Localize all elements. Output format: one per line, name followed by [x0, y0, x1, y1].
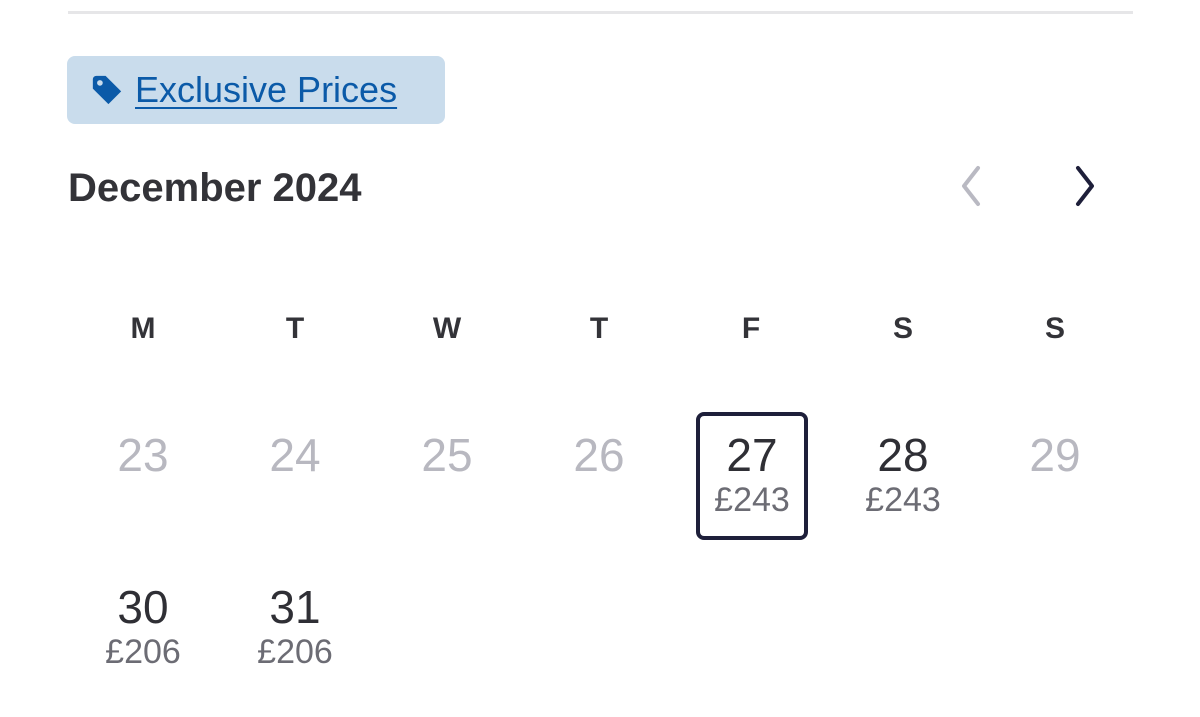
day-number: 27 [726, 429, 778, 481]
weekday-wednesday: W [432, 312, 462, 345]
day-cell-23: 23 [87, 412, 199, 540]
day-price: £206 [105, 633, 181, 671]
weekday-sunday: S [1044, 312, 1065, 345]
day-cell-24: 24 [239, 412, 351, 540]
day-number: 26 [573, 429, 625, 481]
day-price: £206 [257, 633, 333, 671]
day-cell-27-selected[interactable]: 27 £243 [696, 412, 808, 540]
day-cell-26: 26 [543, 412, 655, 540]
day-cell-31[interactable]: 31 £206 [239, 564, 351, 692]
month-title: December 2024 [68, 166, 362, 210]
day-cell-30[interactable]: 30 £206 [87, 564, 199, 692]
day-number: 25 [421, 429, 473, 481]
top-divider [68, 11, 1133, 14]
day-price: £243 [714, 481, 790, 519]
weekday-saturday: S [892, 312, 913, 345]
day-cell-29: 29 [999, 412, 1111, 540]
chevron-left-icon [956, 164, 986, 213]
exclusive-prices-chip[interactable]: Exclusive Prices [67, 56, 445, 124]
day-number: 24 [269, 429, 321, 481]
day-number: 31 [269, 581, 321, 633]
chevron-right-icon [1070, 164, 1100, 213]
exclusive-prices-link[interactable]: Exclusive Prices [135, 69, 397, 111]
weekday-monday: M [130, 312, 156, 345]
previous-month-button[interactable] [943, 160, 999, 216]
weekday-tuesday: T [285, 312, 305, 345]
day-price: £243 [865, 481, 941, 519]
weekday-header-row: M T W T F S S [0, 312, 1200, 356]
weekday-thursday: T [589, 312, 609, 345]
day-number: 30 [117, 581, 169, 633]
next-month-button[interactable] [1057, 160, 1113, 216]
day-number: 29 [1029, 429, 1081, 481]
day-number: 28 [877, 429, 929, 481]
date-picker-panel: Exclusive Prices December 2024 M T W T F… [0, 0, 1200, 717]
day-number: 23 [117, 429, 169, 481]
weekday-friday: F [741, 312, 761, 345]
day-cell-28[interactable]: 28 £243 [847, 412, 959, 540]
tag-icon [89, 72, 125, 108]
day-cell-25: 25 [391, 412, 503, 540]
